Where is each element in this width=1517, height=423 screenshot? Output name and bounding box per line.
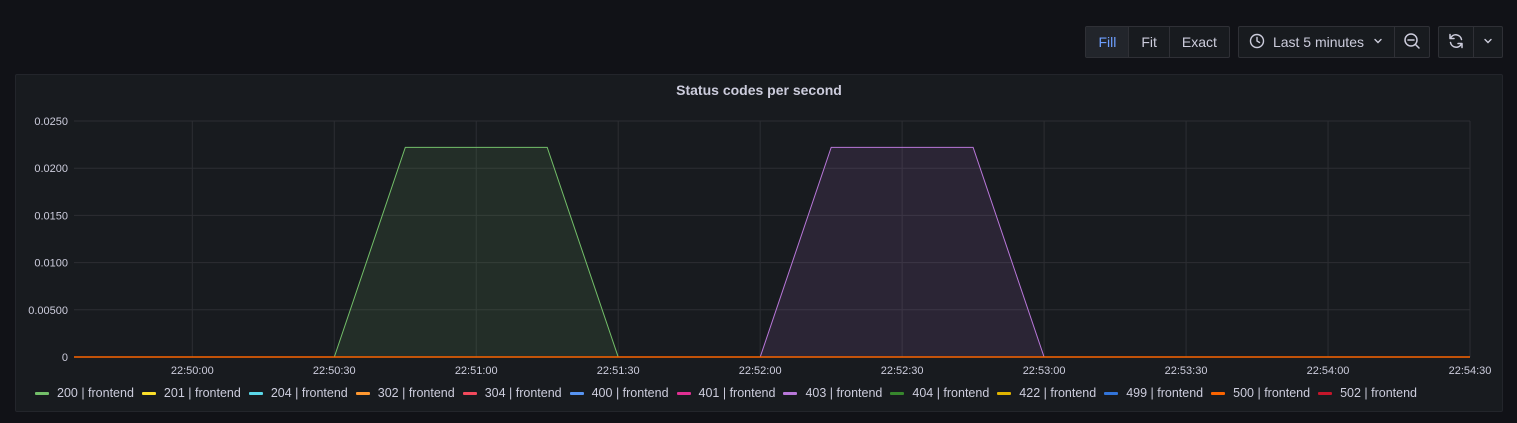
legend-item[interactable]: 304 | frontend [462,386,562,400]
legend-swatch [783,391,798,395]
legend-swatch [1211,391,1226,395]
legend-label: 401 | frontend [698,386,776,400]
x-tick-label: 22:50:30 [313,365,356,375]
legend-swatch [35,391,49,395]
y-tick-label: 0.0150 [34,210,68,222]
x-tick-label: 22:50:00 [171,365,214,375]
time-range-picker[interactable]: Last 5 minutes [1239,27,1395,57]
legend-label: 204 | frontend [270,386,348,400]
dashboard-toolbar: Fill Fit Exact Last 5 minutes [1085,26,1503,58]
legend-item[interactable]: 204 | frontend [248,386,348,400]
legend-swatch [676,391,691,395]
legend-label: 500 | frontend [1233,386,1311,400]
legend-item[interactable]: 302 | frontend [355,386,455,400]
view-mode-group: Fill Fit Exact [1085,26,1230,58]
legend-swatch [569,391,584,395]
legend-swatch [890,391,905,395]
legend-label: 403 | frontend [805,386,883,400]
series-area [74,147,1470,357]
x-tick-label: 22:53:30 [1165,365,1208,375]
legend-swatch [997,391,1012,395]
x-tick-label: 22:51:30 [597,365,640,375]
legend-label: 422 | frontend [1019,386,1097,400]
legend-label: 404 | frontend [912,386,990,400]
legend-item[interactable]: 502 | frontend [1318,386,1417,400]
chevron-down-icon [1372,34,1384,50]
chevron-down-icon [1482,34,1494,50]
fit-button[interactable]: Fit [1129,27,1170,57]
chart-legend: 200 | frontend 201 | frontend 204 | fronte… [35,386,1425,400]
x-tick-label: 22:51:00 [455,365,498,375]
time-picker-group: Last 5 minutes [1237,26,1430,58]
zoom-out-button[interactable] [1395,27,1429,57]
legend-item[interactable]: 422 | frontend [997,386,1096,400]
legend-label: 304 | frontend [484,386,562,400]
legend-label: 400 | frontend [591,386,669,400]
legend-label: 502 | frontend [1340,386,1417,400]
y-tick-label: 0.00500 [28,305,68,317]
legend-label: 200 | frontend [57,386,134,400]
x-tick-label: 22:53:00 [1023,365,1066,375]
legend-swatch [248,391,263,395]
time-range-label: Last 5 minutes [1272,34,1364,50]
refresh-icon [1447,32,1465,53]
zoom-out-icon [1403,32,1421,53]
x-tick-label: 22:52:00 [739,365,782,375]
legend-item[interactable]: 403 | frontend [783,386,882,400]
exact-button[interactable]: Exact [1170,27,1229,57]
legend-item[interactable]: 404 | frontend [890,386,989,400]
legend-item[interactable]: 201 | frontend [141,386,241,400]
legend-label: 302 | frontend [377,386,455,400]
legend-item[interactable]: 401 | frontend [676,386,776,400]
legend-swatch [141,391,156,395]
legend-swatch [355,391,370,395]
legend-label: 201 | frontend [163,386,241,400]
legend-swatch [1104,391,1119,395]
legend-swatch [1318,391,1333,395]
y-tick-label: 0.0100 [34,258,68,270]
legend-item[interactable]: 200 | frontend [35,386,134,400]
legend-item[interactable]: 499 | frontend [1104,386,1203,400]
fill-button[interactable]: Fill [1086,27,1130,57]
y-tick-label: 0 [62,352,68,364]
legend-swatch [462,391,477,395]
x-tick-label: 22:54:30 [1449,365,1492,375]
status-codes-chart[interactable]: 0 0.00500 0.0100 0.0150 0.0200 0.0250 22:50:00… [16,75,1502,375]
x-tick-label: 22:54:00 [1307,365,1350,375]
y-tick-label: 0.0200 [34,163,68,175]
y-tick-label: 0.0250 [34,116,68,128]
legend-label: 499 | frontend [1126,386,1204,400]
x-tick-label: 22:52:30 [881,365,924,375]
legend-item[interactable]: 500 | frontend [1211,386,1310,400]
graph-panel: Status codes per second 0 0.00500 0.0100 0.… [15,74,1503,412]
refresh-interval-dropdown[interactable] [1474,27,1502,57]
refresh-button[interactable] [1439,27,1474,57]
clock-icon [1249,33,1265,52]
legend-item[interactable]: 400 | frontend [569,386,669,400]
refresh-group [1438,26,1503,58]
